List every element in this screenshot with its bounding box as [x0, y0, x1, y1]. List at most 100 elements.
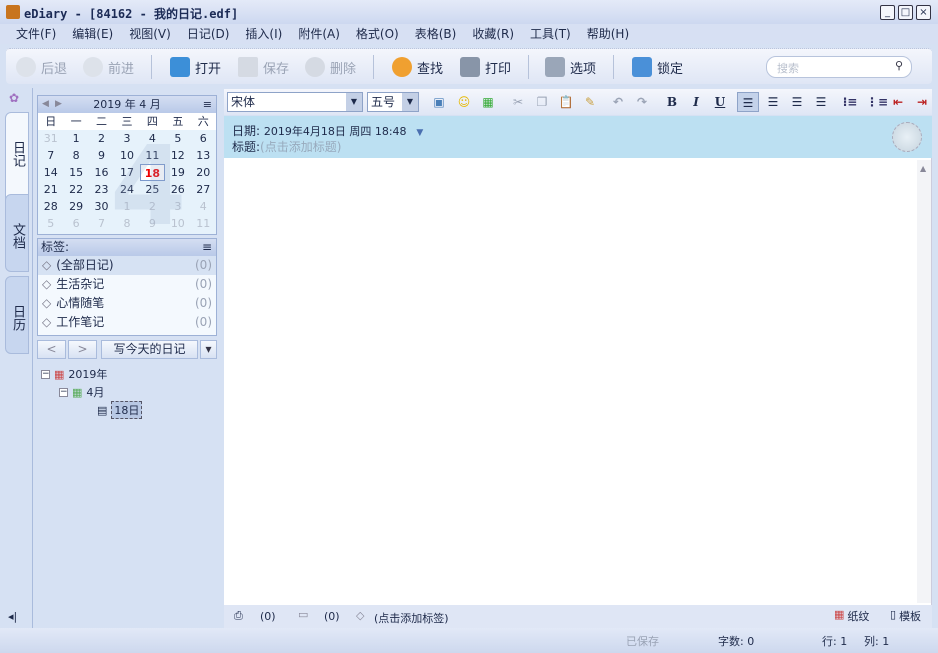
diary-content-editor[interactable]: ▲: [224, 158, 932, 605]
calendar-day[interactable]: 14: [38, 164, 63, 181]
tag-count: (0): [195, 277, 212, 291]
collapse-panel-icon[interactable]: ◂|: [8, 610, 17, 623]
undo-icon[interactable]: ↶: [610, 95, 626, 109]
lock-button[interactable]: 锁定: [632, 57, 683, 77]
calendar-day[interactable]: 5: [38, 215, 63, 232]
format-painter-icon[interactable]: ✎: [582, 95, 598, 109]
collapse-icon[interactable]: −: [59, 387, 68, 397]
print-button[interactable]: 打印: [460, 57, 511, 77]
align-right-button[interactable]: ☰: [789, 95, 805, 109]
add-tag-input[interactable]: (点击添加标签): [374, 610, 449, 626]
calendar-menu-icon[interactable]: ≡: [203, 96, 212, 113]
vertical-scrollbar[interactable]: ▲: [917, 160, 931, 603]
tag-item[interactable]: ◇ (全部日记) (0): [38, 256, 216, 275]
menu-view[interactable]: 视图(V): [129, 24, 171, 44]
tree-node-month[interactable]: − ▦ 4月: [59, 384, 104, 400]
calendar-day[interactable]: 1: [63, 130, 88, 147]
minimize-button[interactable]: _: [880, 5, 895, 20]
prev-day-button[interactable]: <: [37, 340, 66, 359]
bullet-list-icon[interactable]: ⁝≡: [842, 95, 858, 109]
copy-icon[interactable]: ❐: [534, 95, 550, 109]
menu-file[interactable]: 文件(F): [16, 24, 56, 44]
search-icon[interactable]: ⚲: [895, 59, 903, 72]
attachment-icon[interactable]: ⎙: [234, 609, 243, 623]
write-today-dropdown[interactable]: ▾: [200, 340, 217, 359]
insert-date-icon[interactable]: ▦: [480, 95, 496, 109]
tag-item[interactable]: ◇ 心情随笔 (0): [38, 294, 216, 313]
write-today-button[interactable]: 写今天的日记: [101, 340, 198, 359]
numbered-list-icon[interactable]: ⋮≡: [866, 95, 888, 109]
delete-button[interactable]: 删除: [305, 57, 356, 77]
justify-button[interactable]: ☰: [813, 95, 829, 109]
template-button[interactable]: ▯ 模板: [890, 608, 921, 624]
title-input[interactable]: (点击添加标题): [260, 140, 341, 154]
calendar-day[interactable]: 27: [191, 181, 216, 198]
tag-item[interactable]: ◇ 生活杂记 (0): [38, 275, 216, 294]
comment-icon[interactable]: ▭: [298, 608, 308, 621]
calendar-day[interactable]: 22: [63, 181, 88, 198]
open-button[interactable]: 打开: [170, 57, 221, 77]
align-left-button[interactable]: ☰: [737, 92, 759, 112]
calendar-day[interactable]: 31: [38, 130, 63, 147]
italic-button[interactable]: I: [688, 95, 704, 109]
calendar-day[interactable]: 28: [38, 198, 63, 215]
prev-month-button[interactable]: ◀: [42, 96, 49, 113]
calendar-day[interactable]: 4: [191, 198, 216, 215]
tab-calendar[interactable]: 日历: [5, 276, 29, 354]
tags-menu-icon[interactable]: ≡: [202, 239, 212, 256]
menu-format[interactable]: 格式(O): [356, 24, 399, 44]
save-button[interactable]: 保存: [238, 57, 289, 77]
insert-image-icon[interactable]: ▣: [431, 95, 447, 109]
cut-icon[interactable]: ✂: [510, 95, 526, 109]
calendar-day[interactable]: 7: [38, 147, 63, 164]
menu-help[interactable]: 帮助(H): [587, 24, 629, 44]
font-select[interactable]: 宋体 ▼: [227, 92, 363, 112]
tags-panel: 标签: ≡ ◇ (全部日记) (0) ◇ 生活杂记 (0) ◇ 心情随笔 (0) ◇ 工作笔记 (0): [37, 238, 217, 336]
weather-icon[interactable]: [892, 122, 922, 152]
title-label: 标题:: [232, 140, 261, 154]
next-day-button[interactable]: >: [68, 340, 97, 359]
menu-edit[interactable]: 编辑(E): [72, 24, 113, 44]
redo-icon[interactable]: ↷: [634, 95, 650, 109]
emoticon-icon[interactable]: ☺: [456, 95, 472, 109]
collapse-icon[interactable]: −: [41, 369, 50, 379]
calendar-day[interactable]: 20: [191, 164, 216, 181]
bold-button[interactable]: B: [664, 95, 680, 109]
font-size-select[interactable]: 五号 ▼: [367, 92, 419, 112]
paste-icon[interactable]: 📋: [558, 95, 574, 109]
options-button[interactable]: 选项: [545, 57, 596, 77]
calendar-day[interactable]: 13: [191, 147, 216, 164]
calendar-day[interactable]: 21: [38, 181, 63, 198]
tree-node-year[interactable]: − ▦ 2019年: [41, 366, 107, 382]
menu-diary[interactable]: 日记(D): [187, 24, 230, 44]
close-button[interactable]: ×: [916, 5, 931, 20]
indent-icon[interactable]: ⇥: [914, 95, 930, 109]
find-button[interactable]: 查找: [392, 57, 443, 77]
calendar-day[interactable]: 6: [191, 130, 216, 147]
menu-attachment[interactable]: 附件(A): [298, 24, 340, 44]
back-button[interactable]: 后退: [16, 57, 67, 77]
outdent-icon[interactable]: ⇤: [890, 95, 906, 109]
date-value[interactable]: 2019年4月18日 周四 18:48: [264, 125, 407, 138]
calendar-day[interactable]: 15: [63, 164, 88, 181]
maximize-button[interactable]: □: [898, 5, 913, 20]
menu-insert[interactable]: 插入(I): [245, 24, 282, 44]
search-input[interactable]: 搜索 ⚲: [766, 56, 912, 78]
menu-tools[interactable]: 工具(T): [530, 24, 571, 44]
menu-table[interactable]: 表格(B): [415, 24, 457, 44]
next-month-button[interactable]: ▶: [55, 96, 62, 113]
calendar-day[interactable]: 6: [63, 215, 88, 232]
date-dropdown-icon[interactable]: ▼: [416, 128, 423, 138]
align-center-button[interactable]: ☰: [765, 95, 781, 109]
tag-item[interactable]: ◇ 工作笔记 (0): [38, 313, 216, 332]
calendar-day[interactable]: 29: [63, 198, 88, 215]
tree-node-day[interactable]: ▤ 18日: [97, 401, 143, 419]
scroll-up-icon[interactable]: ▲: [917, 164, 926, 173]
underline-button[interactable]: U: [712, 95, 728, 109]
menu-favorites[interactable]: 收藏(R): [472, 24, 514, 44]
paper-button[interactable]: ▦ 纸纹: [834, 608, 869, 624]
calendar-day[interactable]: 8: [63, 147, 88, 164]
forward-button[interactable]: 前进: [83, 57, 134, 77]
tab-documents[interactable]: 文档: [5, 194, 29, 272]
calendar-day[interactable]: 11: [191, 215, 216, 232]
